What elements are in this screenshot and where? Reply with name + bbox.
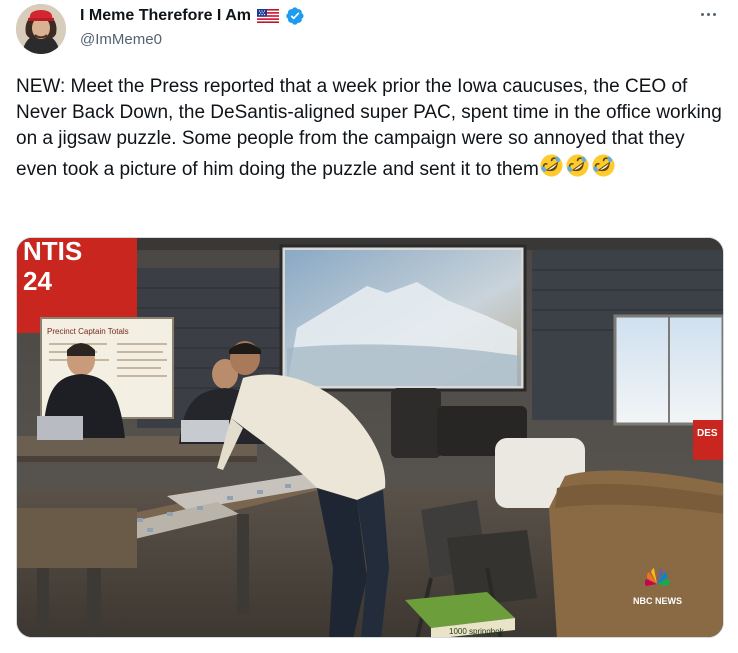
tweet-card: I Meme Therefore I Am @ImMeme0 NEW: Meet… [0,0,738,653]
verified-badge-icon[interactable] [285,6,305,26]
author-handle[interactable]: @ImMeme0 [80,30,162,50]
tweet-text: NEW: Meet the Press reported that a week… [16,74,728,183]
author-display-name[interactable]: I Meme Therefore I Am [80,6,251,26]
rolling-laughing-emoji-icon [539,153,564,178]
banner-line-2: 24 [23,266,52,296]
us-flag-icon [257,9,280,23]
whiteboard-heading: Precinct Captain Totals [47,327,129,336]
projector-screen [279,244,527,392]
avatar[interactable] [16,4,66,54]
author-name-row[interactable]: I Meme Therefore I Am [80,6,305,26]
rolling-laughing-emoji-icon [565,153,590,178]
nbc-news-text: NBC NEWS [633,596,682,606]
emoji-row [539,153,616,178]
sign-text: DES [697,428,718,439]
rolling-laughing-emoji-icon [591,153,616,178]
tweet-photo[interactable]: NTIS 24 Precinct Captain Totals DES 1000… [16,237,724,638]
tweet-body: NEW: Meet the Press reported that a week… [16,76,728,180]
banner-line-1: NTIS [23,238,82,266]
more-options-icon[interactable] [696,4,720,24]
puzzle-box-label: 1000 springbok [449,627,505,636]
